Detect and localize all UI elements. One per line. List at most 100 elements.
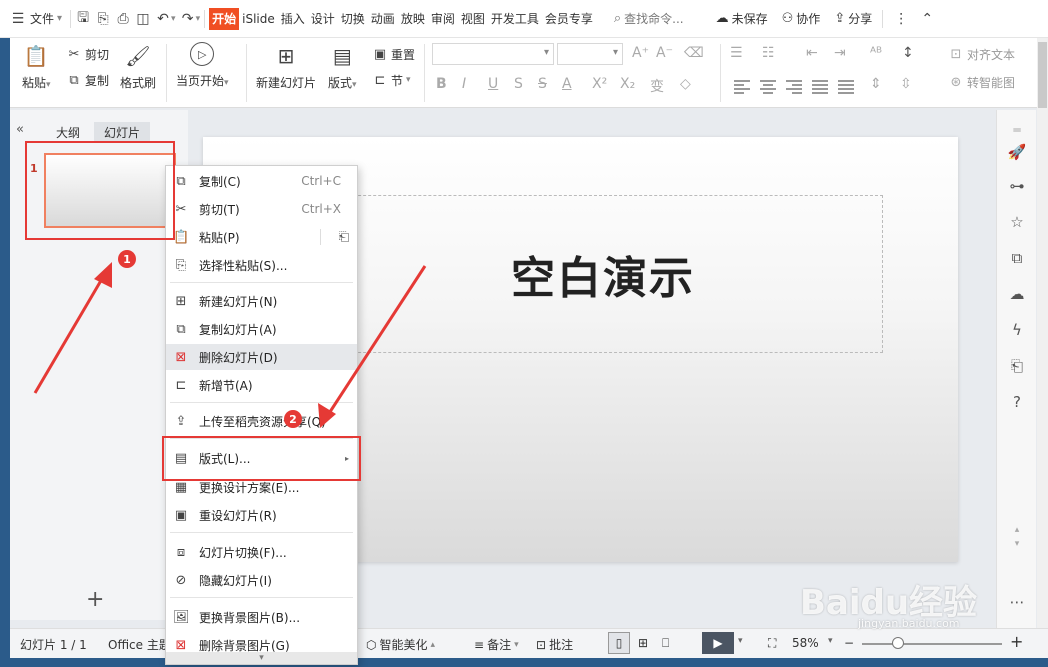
tab-home[interactable]: 开始 xyxy=(209,7,240,30)
grid-view-icon[interactable]: ⊞ xyxy=(638,636,648,650)
align-text-button[interactable]: ⊡ 对齐文本 xyxy=(948,44,1015,64)
paste-button[interactable]: 📋 粘贴▾ xyxy=(22,42,51,91)
menu-item-hide-slide[interactable]: ⊘ 隐藏幻灯片(I) xyxy=(166,567,357,593)
reset-button[interactable]: ▣ 重置 xyxy=(372,44,415,64)
from-current-button[interactable]: ▷ 当页开始▾ xyxy=(176,42,229,89)
add-slide-button[interactable]: + xyxy=(86,589,104,611)
format-painter-button[interactable]: 🖌 格式刷 xyxy=(120,42,156,91)
menu-item-cut[interactable]: ✂ 剪切(T) Ctrl+X xyxy=(166,196,357,222)
strikethrough-icon[interactable]: S xyxy=(538,76,547,92)
bullet-list-icon[interactable]: ☰ xyxy=(730,45,743,61)
save-icon[interactable]: 🖫 xyxy=(75,10,91,27)
reading-view-icon[interactable]: ⎕ xyxy=(662,636,669,651)
print-icon[interactable]: ⎙ xyxy=(115,11,131,27)
indent-increase-icon[interactable]: ⇥ xyxy=(834,45,846,61)
undo-dropdown-icon[interactable]: ▾ xyxy=(171,14,176,24)
more-options-icon[interactable]: ⋮ xyxy=(893,11,909,27)
lightning-icon[interactable]: ϟ xyxy=(1007,320,1027,340)
tab-transitions[interactable]: 切换 xyxy=(338,8,368,30)
new-slide-button[interactable]: ⊞ 新建幻灯片 xyxy=(256,42,316,91)
line-height-icon[interactable]: ⇳ xyxy=(900,76,912,92)
text-direction-icon[interactable]: ᴬᴮ xyxy=(870,45,882,61)
underline-icon[interactable]: U xyxy=(488,76,498,92)
menu-item-paste[interactable]: 📋 粘贴(P) ⎗ xyxy=(166,224,357,250)
font-color-icon[interactable]: A xyxy=(562,76,572,92)
transition-icon[interactable]: ⧉ xyxy=(1007,248,1027,268)
zoom-slider-thumb[interactable] xyxy=(892,637,904,649)
zoom-value[interactable]: 58% xyxy=(792,636,819,650)
tab-slides[interactable]: 幻灯片 xyxy=(94,122,150,142)
tab-review[interactable]: 审阅 xyxy=(428,8,458,30)
sliders-icon[interactable]: ⊶ xyxy=(1007,176,1027,196)
command-search[interactable]: ⌕ 查找命令... xyxy=(610,7,688,31)
play-dropdown-icon[interactable]: ▾ xyxy=(738,636,743,646)
numbered-list-icon[interactable]: ☷ xyxy=(762,45,775,61)
section-button[interactable]: ⊏ 节 ▾ xyxy=(372,70,411,90)
menu-item-new-slide[interactable]: ⊞ 新建幻灯片(N) xyxy=(166,288,357,314)
more-icon[interactable]: ⋯ xyxy=(1007,592,1027,612)
menu-item-upload[interactable]: ⇪ 上传至稻壳资源分享(Q) xyxy=(166,408,357,434)
collapse-panel-icon[interactable]: « xyxy=(16,122,24,137)
zoom-in-icon[interactable]: + xyxy=(1010,632,1023,651)
tab-insert[interactable]: 插入 xyxy=(278,8,308,30)
menu-item-duplicate-slide[interactable]: ⧉ 复制幻灯片(A) xyxy=(166,316,357,342)
highlight-icon[interactable]: ◇ xyxy=(680,76,691,92)
font-shrink-icon[interactable]: A⁻ xyxy=(656,45,673,61)
beautify-button[interactable]: ⬡ 智能美化 ▴ xyxy=(366,636,435,653)
export-icon[interactable]: ⎘ xyxy=(95,11,111,27)
font-grow-icon[interactable]: A⁺ xyxy=(632,45,649,61)
eraser-icon[interactable]: ⌫ xyxy=(684,45,704,61)
unsaved-status[interactable]: ☁ 未保存 xyxy=(712,7,772,31)
star-icon[interactable]: ☆ xyxy=(1007,212,1027,232)
shadow-icon[interactable]: S xyxy=(514,76,523,92)
vertical-scrollbar[interactable] xyxy=(1037,38,1048,628)
tab-design[interactable]: 设计 xyxy=(308,8,338,30)
layout-button[interactable]: ▤ 版式▾ xyxy=(328,42,357,91)
font-family-select[interactable] xyxy=(432,43,554,65)
tab-view[interactable]: 视图 xyxy=(458,8,488,30)
collab-button[interactable]: ⚇ 协作 xyxy=(778,7,825,31)
tab-developer[interactable]: 开发工具 xyxy=(488,8,542,30)
redo-icon[interactable]: ↷ xyxy=(180,11,196,27)
scroll-down-icon[interactable]: ▾ xyxy=(1007,534,1027,554)
bold-icon[interactable]: B xyxy=(436,76,447,92)
cloud-icon[interactable]: ☁ xyxy=(1007,284,1027,304)
align-right-icon[interactable] xyxy=(786,80,802,94)
tab-animation[interactable]: 动画 xyxy=(368,8,398,30)
indent-decrease-icon[interactable]: ⇤ xyxy=(806,45,818,61)
paragraph-spacing-icon[interactable]: ⇕ xyxy=(870,76,882,92)
notes-button[interactable]: ≡ 备注 ▾ xyxy=(474,636,519,653)
fit-window-icon[interactable]: ⛶ xyxy=(768,636,776,651)
align-justify-icon[interactable] xyxy=(812,80,828,94)
redo-dropdown-icon[interactable]: ▾ xyxy=(196,14,201,24)
theme-name[interactable]: Office 主题 xyxy=(108,636,171,653)
zoom-dropdown-icon[interactable]: ▾ xyxy=(828,636,833,646)
tab-slideshow[interactable]: 放映 xyxy=(398,8,428,30)
smartart-button[interactable]: ⊛ 转智能图 xyxy=(948,72,1015,92)
undo-icon[interactable]: ↶ xyxy=(155,11,171,27)
tab-islide[interactable]: iSlide xyxy=(239,8,278,30)
zoom-out-icon[interactable]: − xyxy=(844,636,854,650)
preview-icon[interactable]: ◫ xyxy=(135,11,151,27)
tab-outline[interactable]: 大纲 xyxy=(48,122,88,142)
play-button[interactable]: ▶ xyxy=(702,632,734,654)
menu-item-change-background[interactable]: 🖼 更换背景图片(B)... xyxy=(166,604,357,630)
menu-scroll-down-icon[interactable]: ▾ xyxy=(166,652,357,664)
file-menu[interactable]: ☰ 文件 ▾ xyxy=(6,7,66,31)
menu-item-delete-slide[interactable]: ⊠ 删除幻灯片(D) xyxy=(166,344,357,370)
subscript-icon[interactable]: X₂ xyxy=(620,76,635,92)
chevron-up-icon[interactable]: ⌃ xyxy=(919,11,935,27)
align-center-icon[interactable] xyxy=(760,80,776,94)
font-size-select[interactable] xyxy=(557,43,623,65)
phonetic-icon[interactable]: 变 xyxy=(650,76,664,96)
align-left-icon[interactable] xyxy=(734,80,750,94)
share-button[interactable]: ⇪ 分享 xyxy=(830,7,876,31)
zoom-slider-track[interactable] xyxy=(862,643,1002,645)
menu-item-new-section[interactable]: ⊏ 新增节(A) xyxy=(166,372,357,398)
menu-item-transition[interactable]: ⧈ 幻灯片切换(F)... xyxy=(166,539,357,565)
book-icon[interactable]: ⎗ xyxy=(1007,356,1027,376)
line-spacing-icon[interactable]: ↕ xyxy=(902,45,914,61)
tab-member[interactable]: 会员专享 xyxy=(542,8,596,30)
superscript-icon[interactable]: X² xyxy=(592,76,607,92)
menu-item-copy[interactable]: ⧉ 复制(C) Ctrl+C xyxy=(166,168,357,194)
